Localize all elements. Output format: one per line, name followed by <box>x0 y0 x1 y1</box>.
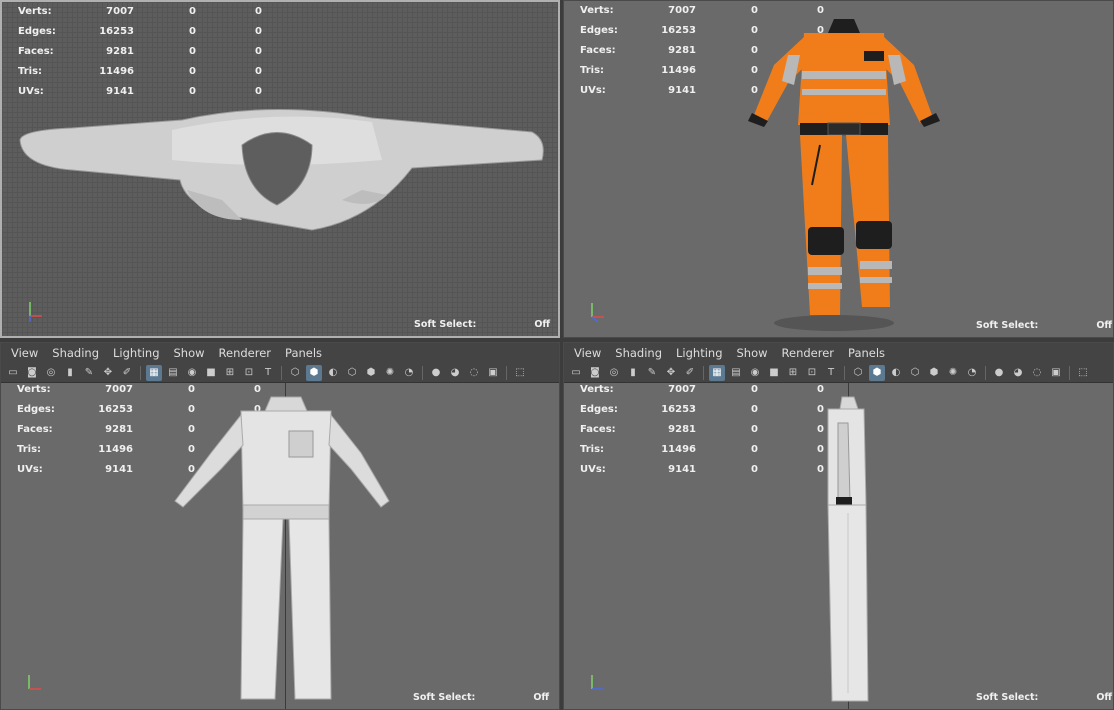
toolbar-divider <box>140 365 141 380</box>
poly-count-hud: Verts:700700 Edges:1625300 Faces:928100 … <box>18 5 262 97</box>
viewport-front[interactable]: View Shading Lighting Show Renderer Pane… <box>0 342 560 710</box>
safe-title-icon[interactable]: T <box>260 365 276 381</box>
wireframe-icon[interactable]: ⬡ <box>850 365 866 381</box>
suit-top-view-mesh[interactable] <box>12 100 552 240</box>
axis-gizmo <box>28 675 41 690</box>
toolbar-divider <box>506 365 507 380</box>
safe-title-icon[interactable]: T <box>823 365 839 381</box>
menu-renderer[interactable]: Renderer <box>219 346 272 360</box>
wireframe-icon[interactable]: ⬡ <box>287 365 303 381</box>
toolbar-divider <box>422 365 423 380</box>
xray-icon[interactable]: ⬚ <box>1075 365 1091 381</box>
toolbar-divider <box>703 365 704 380</box>
poly-count-hud: Verts:700700 Edges:1625300 Faces:928100 … <box>580 383 824 475</box>
axis-gizmo <box>29 302 42 322</box>
isolate-icon[interactable]: ▣ <box>485 365 501 381</box>
menu-show[interactable]: Show <box>737 346 768 360</box>
axis-gizmo <box>591 675 604 690</box>
toolbar-divider <box>1069 365 1070 380</box>
screen-space-ao-icon[interactable]: ● <box>428 365 444 381</box>
menu-show[interactable]: Show <box>174 346 205 360</box>
panel-menu-bar: View Shading Lighting Show Renderer Pane… <box>564 343 1113 363</box>
soft-select-status: Soft Select: Off <box>976 692 1113 703</box>
wire-on-shaded-icon[interactable]: ⬡ <box>344 365 360 381</box>
suit-front-view-mesh[interactable] <box>171 393 401 707</box>
texture-icon[interactable]: ⬢ <box>926 365 942 381</box>
menu-shading[interactable]: Shading <box>52 346 99 360</box>
menu-lighting[interactable]: Lighting <box>676 346 722 360</box>
shadows-icon[interactable]: ◔ <box>964 365 980 381</box>
isolate-icon[interactable]: ▣ <box>1048 365 1064 381</box>
viewport-top[interactable]: Verts: 7007 0 0 Edges: 16253 0 0 Faces: 9281 0 0 … <box>0 0 560 338</box>
antialias-icon[interactable]: ◌ <box>1029 365 1045 381</box>
motion-blur-icon[interactable]: ◕ <box>1010 365 1026 381</box>
toolbar-divider <box>985 365 986 380</box>
menu-renderer[interactable]: Renderer <box>782 346 835 360</box>
toolbar-divider <box>844 365 845 380</box>
textured-coverall-model[interactable] <box>744 15 944 335</box>
screen-space-ao-icon[interactable]: ● <box>991 365 1007 381</box>
menu-panels[interactable]: Panels <box>848 346 885 360</box>
soft-select-status: Soft Select: Off <box>976 320 1113 331</box>
default-material-icon[interactable]: ◐ <box>325 365 341 381</box>
texture-icon[interactable]: ⬢ <box>363 365 379 381</box>
menu-lighting[interactable]: Lighting <box>113 346 159 360</box>
shadows-icon[interactable]: ◔ <box>401 365 417 381</box>
panel-menu-bar: View Shading Lighting Show Renderer Pane… <box>1 343 559 363</box>
toolbar-divider <box>281 365 282 380</box>
viewport-side[interactable]: View Shading Lighting Show Renderer Pane… <box>563 342 1114 710</box>
soft-select-status: Soft Select: Off <box>414 319 551 330</box>
menu-shading[interactable]: Shading <box>615 346 662 360</box>
default-material-icon[interactable]: ◐ <box>888 365 904 381</box>
soft-select-status: Soft Select: Off <box>413 692 550 703</box>
antialias-icon[interactable]: ◌ <box>466 365 482 381</box>
light-icon[interactable]: ✺ <box>382 365 398 381</box>
viewport-persp[interactable]: Verts:700700 Edges:1625300 Faces:928100 … <box>563 0 1114 338</box>
xray-icon[interactable]: ⬚ <box>512 365 528 381</box>
axis-gizmo <box>591 303 604 323</box>
menu-view[interactable]: View <box>574 346 601 360</box>
smooth-shade-icon[interactable]: ⬢ <box>869 364 885 381</box>
motion-blur-icon[interactable]: ◕ <box>447 365 463 381</box>
menu-view[interactable]: View <box>11 346 38 360</box>
wire-on-shaded-icon[interactable]: ⬡ <box>907 365 923 381</box>
suit-side-view-mesh[interactable] <box>814 393 884 707</box>
smooth-shade-icon[interactable]: ⬢ <box>306 364 322 381</box>
light-icon[interactable]: ✺ <box>945 365 961 381</box>
menu-panels[interactable]: Panels <box>285 346 322 360</box>
